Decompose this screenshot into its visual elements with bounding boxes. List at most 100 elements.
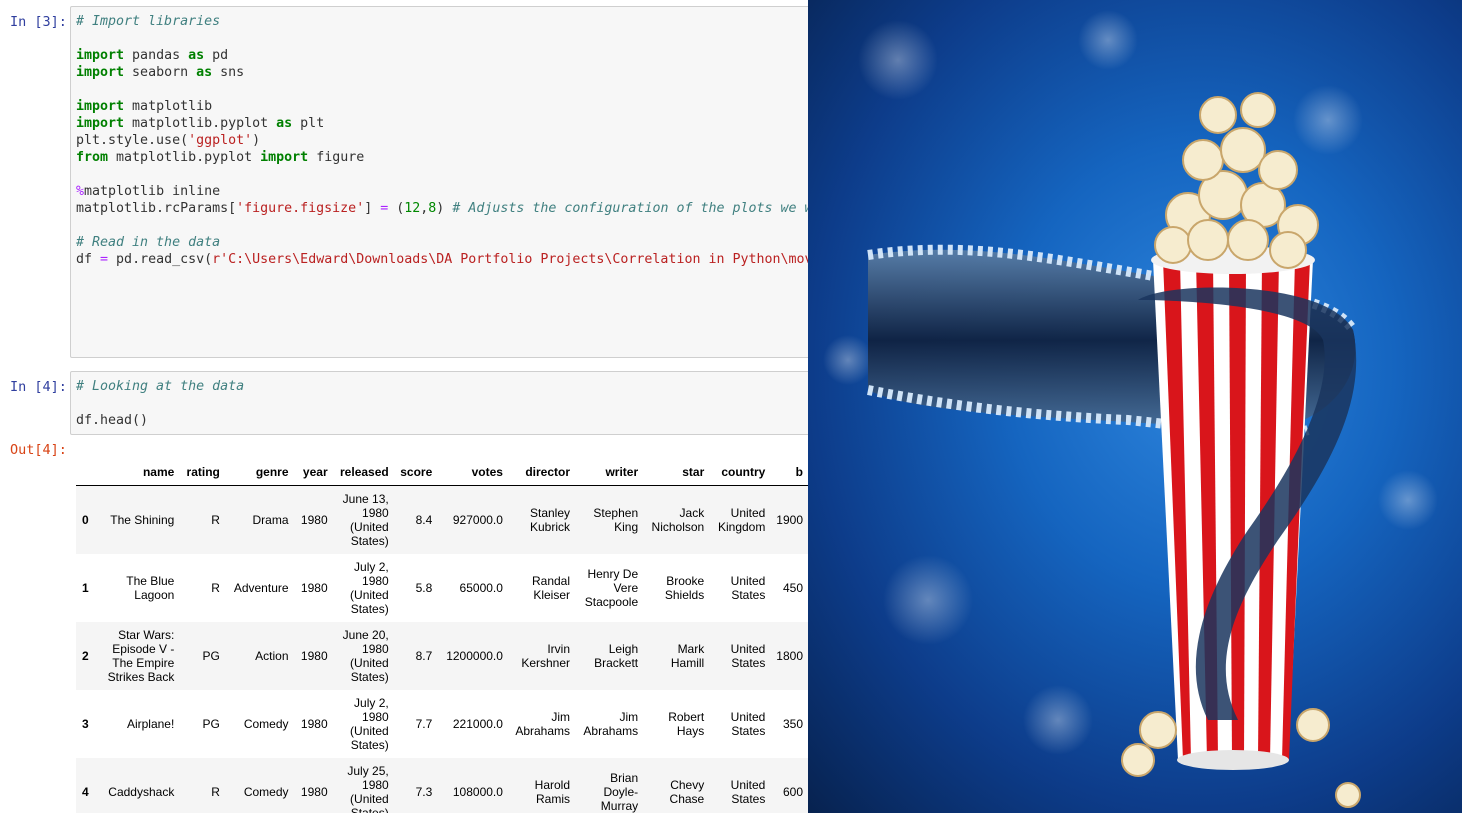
code-line: df = pd.read_csv(r'C:\Users\Edward\Downl… [76, 251, 808, 268]
table-cell: 8.4 [415, 512, 433, 527]
code-token: matplotlib [124, 99, 213, 114]
code-token: pd [204, 48, 229, 63]
code-line: matplotlib.rcParams['figure.figsize'] = … [76, 200, 808, 217]
table-cell: The Blue Lagoon [126, 573, 175, 602]
code-token: df.head() [76, 413, 149, 428]
code-token: pandas [124, 48, 189, 63]
code-token: seaborn [124, 65, 197, 80]
code-token: import [260, 150, 309, 165]
table-row: 3 Airplane! PG Comedy 1980 July 2, 1980 (Unit… [76, 690, 808, 758]
table-cell: Stephen King [593, 505, 639, 534]
code-token: # Import libraries [76, 14, 221, 29]
table-cell: 5.8 [415, 580, 433, 595]
code-line: import seaborn as sns [76, 64, 808, 81]
code-token: 'figure.figsize' [236, 201, 365, 216]
table-row: 4 Caddyshack R Comedy 1980 July 25, 1980 (Uni… [76, 757, 808, 813]
table-cell: Randal Kleiser [531, 573, 571, 602]
code-token: pd.read_csv( [108, 252, 213, 267]
code-token: matplotlib.pyplot [124, 116, 277, 131]
code-token: as [196, 65, 213, 80]
code-line: # Read in the data [76, 234, 808, 251]
table-cell: The Shining [110, 512, 175, 527]
code-line: plt.style.use('ggplot') [76, 132, 808, 149]
code-token: # Adjusts the configuration of the plots… [452, 201, 808, 216]
cell-prompt: In [3]: [10, 14, 67, 30]
table-cell: 65000.0 [459, 580, 503, 595]
code-token: # Looking at the data [76, 379, 245, 394]
code-token: 'ggplot' [188, 133, 253, 148]
column-header: name [97, 451, 180, 486]
table-cell: July 2, 1980 (United States) [350, 559, 389, 616]
table-cell: Jim Abrahams [583, 709, 639, 738]
code-token: ) [436, 201, 453, 216]
table-cell: Harold Ramis [534, 777, 571, 806]
code-line: %matplotlib inline [76, 183, 808, 200]
column-header [76, 451, 98, 486]
code-token: r'C:\Users\Edward\Downloads\DA Portfolio… [212, 252, 808, 267]
dataframe-table: name rating genre year released score votes dir… [76, 451, 808, 813]
code-token: sns [212, 65, 245, 80]
table-cell: 1980 [300, 716, 328, 731]
table-cell: Comedy [243, 716, 289, 731]
column-header: year [293, 451, 333, 486]
column-header: score [393, 451, 438, 486]
row-index: 2 [82, 648, 89, 663]
code-token: plt.style.use( [76, 133, 189, 148]
table-cell: July 2, 1980 (United States) [350, 695, 389, 752]
table-cell: Leigh Brackett [594, 641, 639, 670]
code-line: # Looking at the data [76, 378, 808, 395]
table-cell: 7.3 [415, 784, 433, 799]
table-cell: PG [202, 648, 220, 663]
table-cell: Brian Doyle-Murray [600, 770, 639, 813]
table-cell: Drama [252, 512, 289, 527]
table-cell: June 13, 1980 (United States) [342, 491, 389, 548]
table-row: 1 The Blue Lagoon R Adventure 1980 July 2, 19… [76, 554, 808, 622]
code-line: from matplotlib.pyplot import figure [76, 149, 808, 166]
code-token: matplotlib.pyplot [108, 150, 261, 165]
table-cell: 1800 [776, 648, 803, 663]
table-cell: Irvin Kershner [521, 641, 571, 670]
code-token: from [76, 150, 109, 165]
table-cell: 1980 [300, 580, 328, 595]
code-editor[interactable]: # Import libraries import pandas as pd imp… [71, 7, 808, 268]
code-token: matplotlib.rcParams[ [76, 201, 237, 216]
table-cell: 1200000.0 [446, 648, 503, 663]
table-cell: 7.7 [415, 716, 433, 731]
row-index: 4 [82, 784, 89, 799]
table-cell: Comedy [243, 784, 289, 799]
table-cell: United States [730, 641, 766, 670]
table-cell: 108000.0 [452, 784, 503, 799]
table-header-row: name rating genre year released score votes dir… [76, 451, 808, 486]
table-cell: PG [202, 716, 220, 731]
popcorn-illustration [823, 10, 1438, 808]
column-header: genre [224, 451, 294, 486]
table-cell: R [211, 784, 220, 799]
column-header: rating [179, 451, 225, 486]
code-token: df [76, 252, 101, 267]
table-cell: 221000.0 [452, 716, 503, 731]
table-cell: July 25, 1980 (United States) [347, 763, 389, 813]
code-token: = [100, 252, 109, 267]
code-token: import [76, 48, 125, 63]
table-cell: United States [730, 777, 766, 806]
table-cell: Star Wars: Episode V - The Empire Strike… [107, 627, 175, 684]
table-cell: Caddyshack [108, 784, 175, 799]
table-cell: Chevy Chase [669, 777, 705, 806]
table-cell: 600 [782, 784, 803, 799]
column-header: country [709, 451, 771, 486]
column-header: released [332, 451, 394, 486]
table-cell: United States [730, 709, 766, 738]
code-line: import matplotlib.pyplot as plt [76, 115, 808, 132]
code-token: ) [252, 133, 261, 148]
table-row: 2 Star Wars: Episode V - The Empire Strik… [76, 621, 808, 690]
table-cell: Mark Hamill [670, 641, 705, 670]
code-token: ( [388, 201, 405, 216]
code-editor[interactable]: # Looking at the data df.head() [71, 372, 808, 429]
code-cell-input[interactable]: # Looking at the data df.head() [70, 371, 808, 435]
table-cell: United Kingdom [717, 505, 766, 534]
table-cell: 1980 [300, 512, 328, 527]
column-header: writer [575, 451, 644, 486]
code-cell-input[interactable]: # Import libraries import pandas as pd imp… [70, 6, 808, 358]
